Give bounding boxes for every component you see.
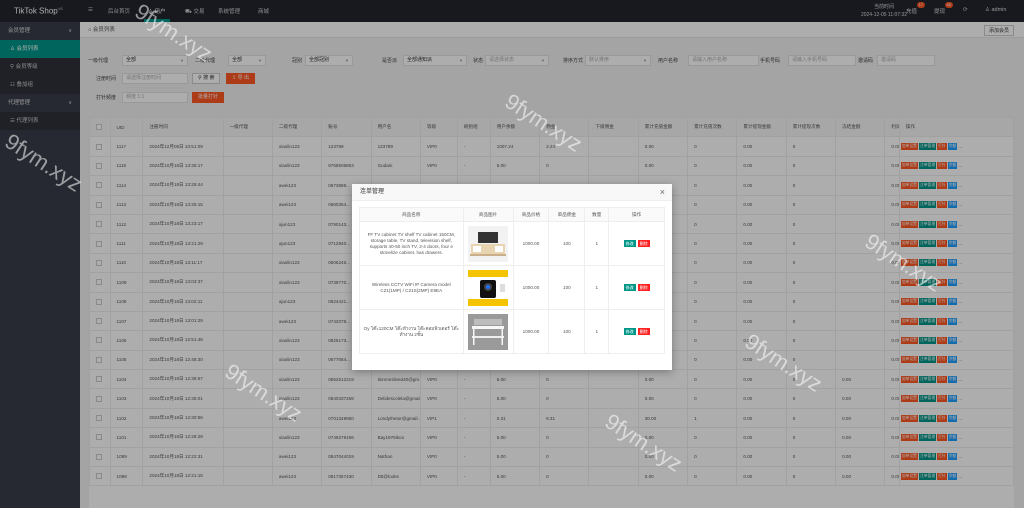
product-table-header: 商品名称 商品图片 商品价格 单品佣金 数量 操作 bbox=[359, 207, 665, 222]
product-commission: 100 bbox=[548, 265, 586, 310]
product-column-header: 操作 bbox=[608, 207, 665, 222]
product-column-header: 单品佣金 bbox=[548, 207, 586, 222]
edit-button[interactable]: 修改 bbox=[623, 328, 636, 335]
product-row: Oy โต๊ะ120CM โต๊ะทำงาน โต๊ะคอมพิวเตอร์ โ… bbox=[359, 309, 665, 354]
product-quantity: 1 bbox=[584, 221, 610, 266]
product-price: 1000.00 bbox=[512, 309, 550, 354]
product-commission: 100 bbox=[548, 221, 586, 266]
product-actions: 修改 删除 bbox=[608, 221, 665, 266]
product-row: Wireless CCTV WiFi IP Camera model C21(1… bbox=[359, 265, 665, 310]
product-table: 商品名称 商品图片 商品价格 单品佣金 数量 操作 FF TV cabinet TV sh… bbox=[359, 207, 665, 354]
product-image bbox=[468, 225, 509, 262]
product-quantity: 1 bbox=[584, 265, 610, 310]
product-image bbox=[468, 313, 509, 350]
product-name: Oy โต๊ะ120CM โต๊ะทำงาน โต๊ะคอมพิวเตอร์ โ… bbox=[359, 309, 464, 354]
product-image-cell bbox=[462, 221, 514, 266]
close-icon[interactable]: × bbox=[660, 184, 665, 200]
product-column-header: 商品价格 bbox=[512, 207, 550, 222]
modal-header: 连单管理 × bbox=[352, 184, 672, 201]
product-price: 1000.00 bbox=[512, 221, 550, 266]
product-quantity: 1 bbox=[584, 309, 610, 354]
delete-button[interactable]: 删除 bbox=[637, 284, 650, 291]
edit-button[interactable]: 修改 bbox=[623, 284, 636, 291]
delete-button[interactable]: 删除 bbox=[637, 328, 650, 335]
product-column-header: 数量 bbox=[584, 207, 610, 222]
product-name: Wireless CCTV WiFi IP Camera model C21(1… bbox=[359, 265, 464, 310]
product-image-cell bbox=[462, 309, 514, 354]
modal-title: 连单管理 bbox=[360, 189, 385, 195]
delete-button[interactable]: 删除 bbox=[637, 240, 650, 247]
product-price: 1000.00 bbox=[512, 265, 550, 310]
product-image-cell bbox=[462, 265, 514, 310]
product-table-body: FF TV cabinet TV shelf TV cabinet 150CM,… bbox=[359, 221, 665, 354]
product-actions: 修改 删除 bbox=[608, 309, 665, 354]
order-management-modal: 连单管理 × 商品名称 商品图片 商品价格 单品佣金 数量 操作 FF TV cabinet… bbox=[352, 184, 672, 370]
product-name: FF TV cabinet TV shelf TV cabinet 150CM,… bbox=[359, 221, 464, 266]
product-image bbox=[468, 269, 509, 306]
product-row: FF TV cabinet TV shelf TV cabinet 150CM,… bbox=[359, 221, 665, 266]
product-commission: 100 bbox=[548, 309, 586, 354]
product-column-header: 商品名称 bbox=[359, 207, 464, 222]
edit-button[interactable]: 修改 bbox=[623, 240, 636, 247]
product-actions: 修改 删除 bbox=[608, 265, 665, 310]
product-column-header: 商品图片 bbox=[462, 207, 514, 222]
